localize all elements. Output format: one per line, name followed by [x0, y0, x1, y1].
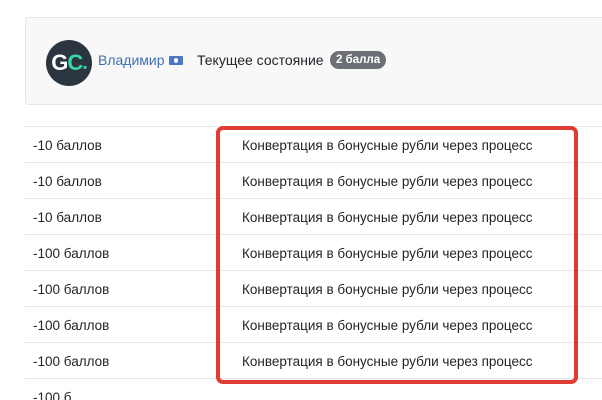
points-cell: -100 баллов: [33, 246, 110, 261]
table-row: -10 баллов Конвертация в бонусные рубли …: [25, 126, 602, 162]
table-row: -100 баллов Конвертация в бонусные рубли…: [25, 270, 602, 306]
avatar[interactable]: GC.: [46, 40, 92, 86]
user-card: GC. Владимир Текущее состояние 2 балла: [25, 17, 602, 105]
page: GC. Владимир Текущее состояние 2 балла -…: [0, 0, 602, 400]
description-cell: Конвертация в бонусные рубли через проце…: [242, 282, 533, 297]
description-cell: Конвертация в бонусные рубли через проце…: [242, 210, 533, 225]
table-row: -10 баллов Конвертация в бонусные рубли …: [25, 198, 602, 234]
points-cell: -100 баллов: [33, 318, 110, 333]
table-row: -10 баллов Конвертация в бонусные рубли …: [25, 162, 602, 198]
points-cell: -100 баллов: [33, 354, 110, 369]
points-cell: -100 баллов: [33, 282, 110, 297]
table-row: -100 баллов Конвертация в бонусные рубли…: [25, 342, 602, 378]
points-cell: -10 баллов: [33, 138, 102, 153]
money-icon: [168, 55, 183, 65]
table-row: -100 баллов Конвертация в бонусные рубли…: [25, 306, 602, 342]
description-cell: Конвертация в бонусные рубли через проце…: [242, 174, 533, 189]
user-name[interactable]: Владимир: [98, 52, 165, 68]
table-row: -100 баллов Конвертация в бонусные рубли…: [25, 234, 602, 270]
description-cell: Конвертация в бонусные рубли через проце…: [242, 354, 533, 369]
user-name-link[interactable]: Владимир: [98, 52, 183, 68]
points-cell: -100 б: [33, 390, 72, 400]
points-cell: -10 баллов: [33, 174, 102, 189]
points-cell: -10 баллов: [33, 210, 102, 225]
description-cell: Конвертация в бонусные рубли через проце…: [242, 318, 533, 333]
description-cell: Конвертация в бонусные рубли через проце…: [242, 138, 533, 153]
table-row: -100 б: [25, 378, 602, 400]
status-label: Текущее состояние: [197, 52, 324, 68]
description-cell: Конвертация в бонусные рубли через проце…: [242, 246, 533, 261]
transactions-table: -10 баллов Конвертация в бонусные рубли …: [25, 126, 602, 400]
status-badge: 2 балла: [330, 51, 387, 69]
